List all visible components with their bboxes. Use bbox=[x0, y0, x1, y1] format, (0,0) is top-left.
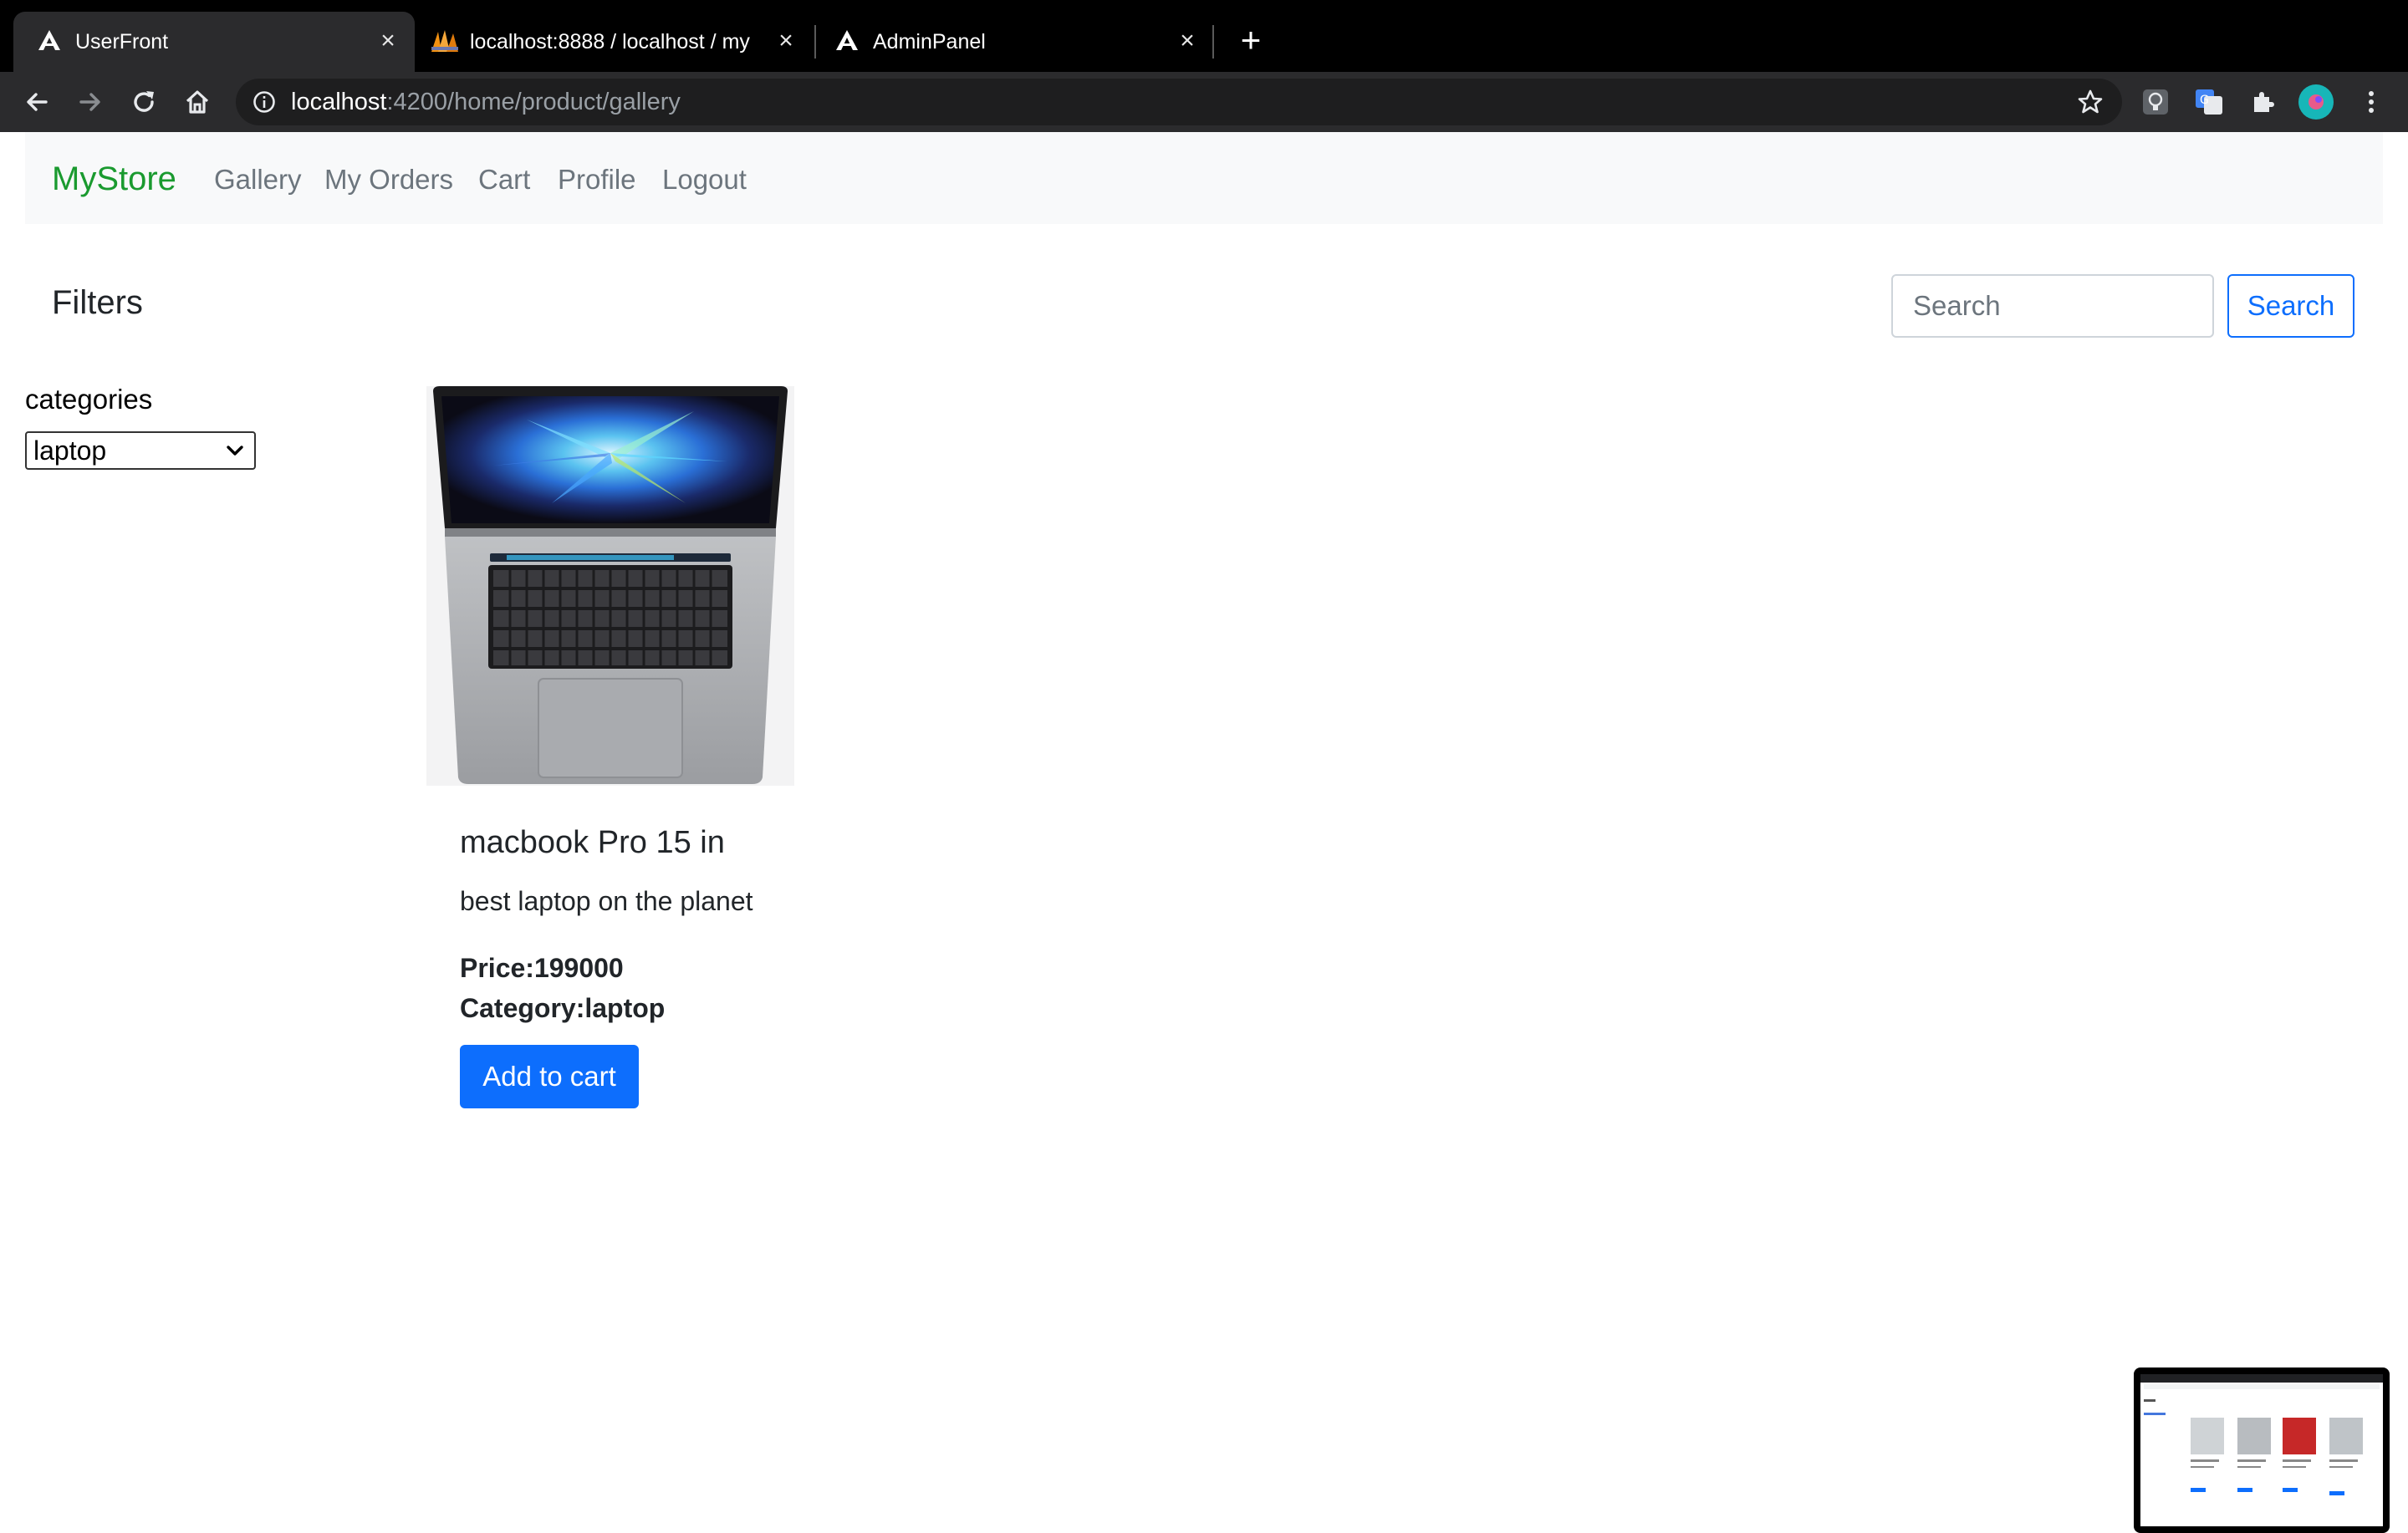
avatar-icon bbox=[2298, 84, 2334, 120]
page-content: MyStore Gallery My Orders Cart Profile L… bbox=[0, 132, 2408, 1533]
product-image bbox=[426, 386, 794, 786]
search-input[interactable]: Search bbox=[1891, 274, 2214, 338]
nav-link-gallery[interactable]: Gallery bbox=[214, 162, 302, 197]
product-description: best laptop on the planet bbox=[460, 886, 753, 916]
nav-link-cart[interactable]: Cart bbox=[478, 162, 530, 197]
tab-userfront[interactable]: UserFront × bbox=[13, 12, 415, 72]
nav-link-logout[interactable]: Logout bbox=[662, 162, 747, 197]
extension-lightbulb-button[interactable] bbox=[2137, 84, 2174, 120]
address-bar[interactable]: localhost:4200/home/product/gallery bbox=[236, 79, 2122, 125]
product-price: Price:199000 bbox=[460, 953, 624, 983]
tab-title: AdminPanel bbox=[873, 30, 986, 53]
profile-avatar-button[interactable] bbox=[2298, 84, 2334, 120]
angular-icon bbox=[836, 30, 858, 50]
puzzle-icon bbox=[2254, 92, 2274, 112]
svg-text:G: G bbox=[2200, 94, 2209, 107]
tab-phpmyadmin[interactable]: localhost:8888 / localhost / my × bbox=[415, 12, 814, 72]
categories-label: categories bbox=[25, 384, 153, 415]
browser-menu-button[interactable] bbox=[2353, 84, 2390, 120]
angular-icon bbox=[38, 30, 60, 50]
nav-link-profile[interactable]: Profile bbox=[558, 162, 636, 197]
tab-title: localhost:8888 / localhost / my bbox=[470, 30, 750, 53]
chevron-down-icon bbox=[227, 446, 243, 456]
home-icon bbox=[186, 90, 209, 114]
screenshot-preview-thumbnail[interactable] bbox=[2134, 1367, 2390, 1533]
url-path: :4200/home/product/gallery bbox=[386, 89, 681, 115]
forward-button[interactable] bbox=[72, 84, 109, 120]
product-title: macbook Pro 15 in bbox=[460, 825, 725, 860]
url-text: localhost:4200/home/product/gallery bbox=[291, 89, 681, 115]
url-host: localhost bbox=[291, 89, 387, 115]
more-vertical-icon bbox=[2369, 91, 2374, 113]
extensions-button[interactable] bbox=[2244, 84, 2281, 120]
arrow-right-icon bbox=[79, 93, 100, 111]
search-button[interactable]: Search bbox=[2227, 274, 2354, 338]
info-icon[interactable] bbox=[253, 90, 276, 114]
new-tab-button[interactable]: + bbox=[1232, 23, 1269, 60]
extension-translate-button[interactable]: G bbox=[2191, 84, 2227, 120]
back-button[interactable] bbox=[18, 84, 55, 120]
phpmyadmin-icon bbox=[431, 30, 458, 52]
tab-adminpanel[interactable]: AdminPanel × bbox=[816, 12, 1214, 72]
reload-icon bbox=[134, 91, 154, 112]
close-icon[interactable]: × bbox=[1174, 28, 1201, 54]
add-to-cart-button[interactable]: Add to cart bbox=[460, 1045, 639, 1108]
close-icon[interactable]: × bbox=[375, 28, 401, 54]
nav-link-my-orders[interactable]: My Orders bbox=[324, 162, 453, 197]
product-category: Category:laptop bbox=[460, 993, 666, 1023]
product-card: macbook Pro 15 in best laptop on the pla… bbox=[426, 386, 794, 1255]
brand-link[interactable]: MyStore bbox=[52, 159, 176, 199]
filters-heading: Filters bbox=[52, 284, 143, 321]
site-navbar: MyStore Gallery My Orders Cart Profile L… bbox=[25, 132, 2383, 224]
arrow-left-icon bbox=[27, 93, 48, 111]
close-icon[interactable]: × bbox=[773, 28, 799, 54]
home-button[interactable] bbox=[179, 84, 216, 120]
tab-title: UserFront bbox=[75, 30, 169, 53]
translate-icon: G bbox=[2196, 89, 2222, 115]
browser-toolbar: localhost:4200/home/product/gallery G bbox=[0, 72, 2408, 132]
screenshot-preview-image bbox=[2140, 1374, 2383, 1526]
lightbulb-icon bbox=[2143, 89, 2168, 115]
category-select-value: laptop bbox=[33, 435, 107, 466]
reload-button[interactable] bbox=[125, 84, 162, 120]
category-select[interactable]: laptop bbox=[25, 431, 256, 470]
bookmark-star-icon[interactable] bbox=[2077, 89, 2104, 115]
tab-separator bbox=[1212, 25, 1214, 59]
browser-tab-bar: UserFront × localhost:8888 / localhost /… bbox=[0, 0, 2408, 72]
